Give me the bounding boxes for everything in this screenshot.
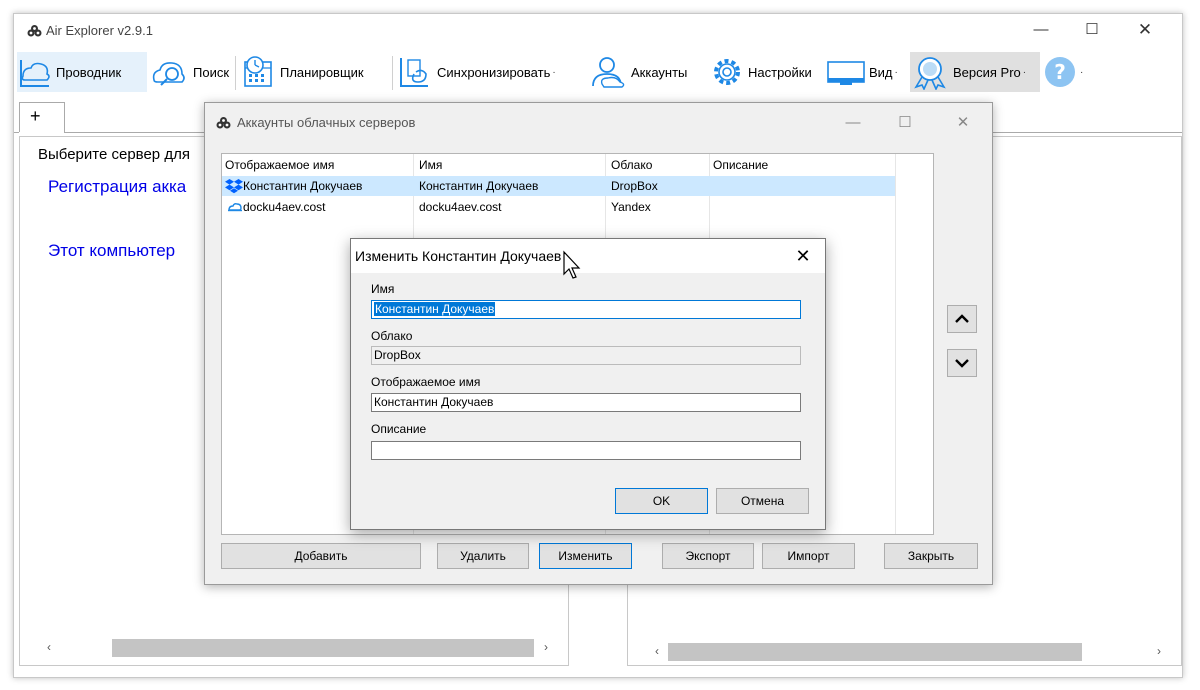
window-title: Air Explorer v2.9.1 (46, 23, 153, 38)
cell-name: Константин Докучаев (419, 179, 539, 193)
dialog-maximize-button[interactable]: ☐ (885, 110, 925, 136)
scheduler-label: Планировщик (280, 64, 364, 80)
view-button[interactable]: Вид · (826, 52, 910, 92)
description-field[interactable] (371, 441, 801, 460)
display-name-label: Отображаемое имя (371, 375, 481, 389)
search-icon (152, 62, 185, 86)
description-label: Описание (371, 422, 427, 436)
accounts-dialog-title: Аккаунты облачных серверов (237, 115, 416, 130)
display-name-field[interactable]: Константин Докучаев (371, 393, 801, 412)
pro-version-button[interactable]: Версия Pro · (910, 52, 1040, 92)
cell-display-name: docku4aev.cost (243, 200, 326, 214)
cell-name: docku4aev.cost (419, 200, 502, 214)
cell-display-name: Константин Докучаев (243, 179, 363, 193)
cloud-label: Облако (371, 329, 413, 343)
edit-dialog-title: Изменить Константин Докучаев (355, 248, 562, 264)
sync-button[interactable]: Синхронизировать · (398, 52, 588, 92)
tab-divider (14, 132, 19, 133)
explorer-icon (20, 60, 50, 87)
app-icon (27, 25, 42, 37)
accounts-button[interactable]: Аккаунты (590, 52, 706, 92)
cell-cloud: DropBox (611, 179, 658, 193)
scroll-thumb[interactable] (112, 639, 534, 657)
pro-dropdown-arrow[interactable]: · (1023, 67, 1026, 78)
search-button[interactable]: Поиск (150, 52, 234, 92)
delete-account-button[interactable]: Удалить (437, 543, 529, 569)
help-icon: ? (1045, 57, 1075, 87)
mouse-cursor-icon (563, 250, 581, 279)
dialog-minimize-button[interactable]: — (833, 110, 873, 136)
settings-button[interactable]: Настройки (709, 52, 825, 92)
minimize-button[interactable]: — (1018, 16, 1064, 44)
add-account-button[interactable]: Добавить (221, 543, 421, 569)
edit-account-dialog: Изменить Константин Докучаев ✕ Имя Конст… (350, 238, 826, 530)
column-divider (895, 154, 896, 534)
close-button[interactable]: ✕ (1122, 16, 1168, 44)
move-down-button[interactable] (947, 349, 977, 377)
table-row[interactable]: Константин Докучаев Константин Докучаев … (222, 176, 895, 196)
name-field[interactable]: Константин Докучаев (371, 300, 801, 319)
monitor-icon (827, 61, 865, 85)
right-horizontal-scrollbar[interactable]: ‹ › (648, 641, 1168, 661)
chevron-down-icon (955, 359, 969, 368)
move-up-button[interactable] (947, 305, 977, 333)
view-label: Вид (869, 64, 893, 80)
column-header-cloud[interactable]: Облако (611, 158, 652, 172)
title-bar: Air Explorer v2.9.1 — ☐ ✕ (14, 14, 1182, 46)
svg-text:?: ? (1054, 60, 1066, 84)
edit-dialog-titlebar: Изменить Константин Докучаев ✕ (351, 239, 825, 273)
search-label: Поиск (193, 64, 230, 80)
calendar-clock-icon (244, 56, 272, 87)
cancel-button[interactable]: Отмена (716, 488, 809, 514)
app-icon (216, 117, 231, 129)
scroll-thumb[interactable] (668, 643, 1082, 661)
column-header-display-name[interactable]: Отображаемое имя (225, 158, 334, 172)
edit-account-button[interactable]: Изменить (539, 543, 632, 569)
name-field-value: Константин Докучаев (374, 302, 496, 316)
this-computer-link[interactable]: Этот компьютер (48, 241, 175, 261)
settings-label: Настройки (748, 64, 812, 80)
pro-version-label: Версия Pro (953, 64, 1021, 80)
scroll-left-arrow[interactable]: ‹ (648, 641, 666, 661)
gear-icon (714, 59, 740, 85)
import-button[interactable]: Импорт (762, 543, 855, 569)
name-label: Имя (371, 282, 395, 296)
table-row[interactable]: docku4aev.cost docku4aev.cost Yandex (222, 197, 895, 217)
scheduler-button[interactable]: Планировщик (241, 52, 389, 92)
maximize-button[interactable]: ☐ (1069, 16, 1115, 44)
server-select-prompt: Выберите сервер для (38, 146, 190, 163)
help-dropdown-arrow[interactable]: · (1080, 67, 1083, 78)
scroll-right-arrow[interactable]: › (1150, 641, 1168, 661)
column-header-name[interactable]: Имя (419, 158, 442, 172)
user-icon (592, 57, 625, 88)
add-tab-button[interactable]: + (19, 102, 65, 132)
edit-dialog-close-button[interactable]: ✕ (791, 244, 815, 268)
help-button[interactable]: ? · (1042, 52, 1090, 92)
explorer-button[interactable]: Проводник (17, 52, 147, 92)
left-horizontal-scrollbar[interactable]: ‹ › (40, 637, 555, 657)
sync-dropdown-arrow[interactable]: · (552, 67, 555, 78)
sync-label: Синхронизировать (437, 64, 551, 80)
column-header-description[interactable]: Описание (713, 158, 768, 172)
dialog-close-button[interactable]: ✕ (943, 110, 983, 136)
ok-button[interactable]: OK (615, 488, 708, 514)
sync-icon (400, 58, 428, 87)
accounts-label: Аккаунты (631, 64, 688, 80)
toolbar-separator (392, 56, 393, 90)
dropbox-icon (225, 179, 243, 194)
export-button[interactable]: Экспорт (662, 543, 754, 569)
award-icon (914, 57, 946, 90)
toolbar: Проводник Поиск Планировщик Синхронизиро… (14, 48, 1182, 94)
scroll-right-arrow[interactable]: › (537, 637, 555, 657)
close-dialog-button[interactable]: Закрыть (884, 543, 978, 569)
cell-cloud: Yandex (611, 200, 651, 214)
register-account-link[interactable]: Регистрация акка (48, 177, 186, 197)
view-dropdown-arrow[interactable]: · (895, 67, 898, 78)
yandex-icon (228, 203, 242, 212)
cloud-field: DropBox (371, 346, 801, 365)
toolbar-separator (235, 56, 236, 90)
chevron-up-icon (955, 314, 969, 323)
explorer-label: Проводник (56, 64, 122, 80)
scroll-left-arrow[interactable]: ‹ (40, 637, 58, 657)
